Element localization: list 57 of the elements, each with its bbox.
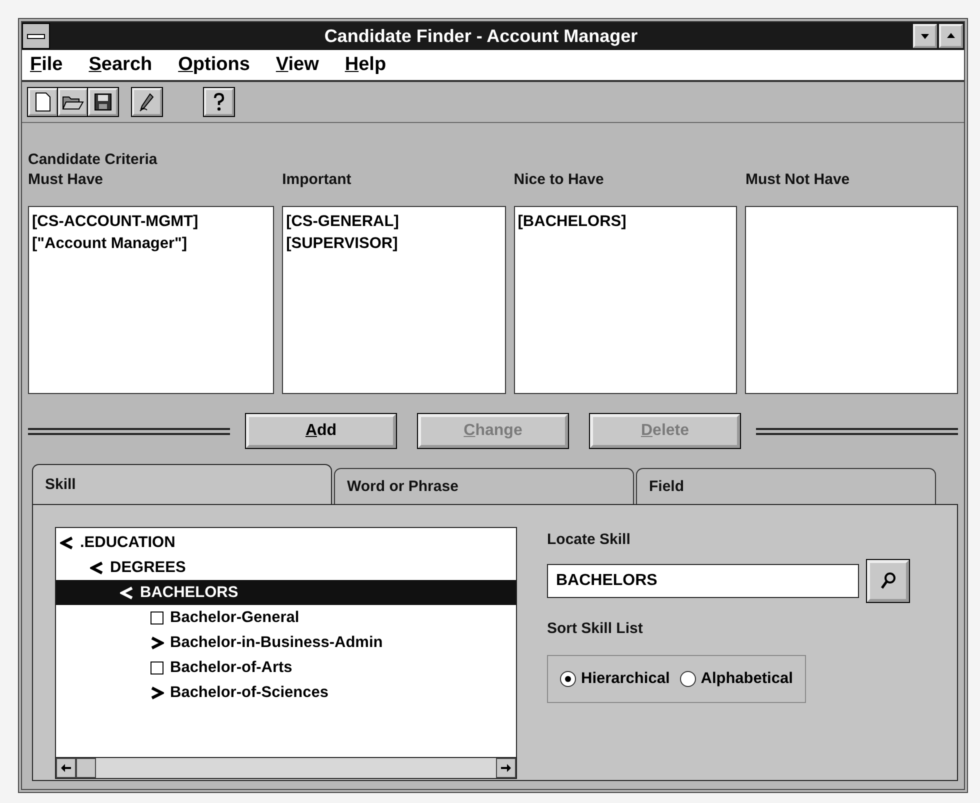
push-button[interactable]: Add xyxy=(246,414,396,448)
column-heading: Nice to Have xyxy=(514,171,605,188)
scroll-thumb[interactable] xyxy=(76,758,96,778)
leaf-box-icon xyxy=(150,660,164,674)
question-mark-icon xyxy=(212,92,226,112)
criteria-list[interactable]: [CS-GENERAL] [SUPERVISOR] xyxy=(282,206,506,394)
scroll-right-icon[interactable] xyxy=(496,758,516,778)
tab[interactable]: Field xyxy=(636,468,936,504)
column-heading: Must Have xyxy=(28,171,104,188)
column-heading: Important xyxy=(282,171,352,188)
skill-tree[interactable]: .EDUCATION DEGREES BACHELORS Bachelor-General Bachelor-in-Business-Admin Bachelor-of-Arts Bachelor-of-Sciences xyxy=(55,527,517,779)
up-triangle-icon xyxy=(946,31,956,41)
locate-skill-field[interactable]: BACHELORS xyxy=(547,564,859,598)
criteria-list[interactable]: [BACHELORS] xyxy=(514,206,738,394)
tab[interactable]: Word or Phrase xyxy=(334,468,634,504)
criteria-item[interactable]: [BACHELORS] xyxy=(518,211,734,233)
criteria-item[interactable]: ["Account Manager"] xyxy=(32,233,270,255)
pen-icon xyxy=(138,92,156,112)
radio-option[interactable]: Alphabetical xyxy=(680,670,793,688)
save-disk-button[interactable] xyxy=(88,88,118,116)
menu-item[interactable]: Help xyxy=(344,54,386,76)
help-button[interactable] xyxy=(204,88,234,116)
pen-button[interactable] xyxy=(132,88,162,116)
criteria-item[interactable]: [CS-GENERAL] xyxy=(286,211,502,233)
new-file-button[interactable] xyxy=(28,88,58,116)
tree-item[interactable]: Bachelor-of-Sciences xyxy=(56,680,516,705)
scroll-left-icon[interactable] xyxy=(56,758,76,778)
search-icon xyxy=(880,572,896,590)
field-label: Sort Skill List xyxy=(547,620,644,637)
criteria-item[interactable]: [CS-ACCOUNT-MGMT] xyxy=(32,211,270,233)
blank-page-icon xyxy=(34,92,52,112)
system-menu-button[interactable] xyxy=(22,23,50,49)
minimize-button[interactable] xyxy=(913,24,937,48)
tree-item[interactable]: Bachelor-General xyxy=(56,605,516,630)
menu-item[interactable]: View xyxy=(276,54,319,76)
maximize-button[interactable] xyxy=(939,24,963,48)
radio-option[interactable]: Hierarchical xyxy=(560,670,670,688)
menu-item[interactable]: Options xyxy=(178,54,250,76)
criteria-list[interactable]: [CS-ACCOUNT-MGMT] ["Account Manager"] xyxy=(28,206,274,394)
tree-item[interactable]: Bachelor-of-Arts xyxy=(56,655,516,680)
section-label: Candidate Criteria xyxy=(28,151,158,168)
field-label: Locate Skill xyxy=(547,531,632,548)
menu-item[interactable]: Search xyxy=(88,54,152,76)
column-heading: Must Not Have xyxy=(745,171,851,188)
horizontal-scrollbar[interactable] xyxy=(56,757,516,778)
open-folder-button[interactable] xyxy=(58,88,88,116)
menu-item[interactable]: File xyxy=(30,54,63,76)
tree-item[interactable]: DEGREES xyxy=(56,555,516,580)
leaf-box-icon xyxy=(150,610,164,624)
tab[interactable]: Skill xyxy=(32,464,332,504)
down-triangle-icon xyxy=(920,31,930,41)
search-button[interactable] xyxy=(867,560,909,602)
tree-item[interactable]: BACHELORS xyxy=(56,580,516,605)
window-title: Candidate Finder - Account Manager xyxy=(323,26,639,46)
criteria-item[interactable]: [SUPERVISOR] xyxy=(286,233,502,255)
tree-item[interactable]: .EDUCATION xyxy=(56,530,516,555)
tree-item[interactable]: Bachelor-in-Business-Admin xyxy=(56,630,516,655)
